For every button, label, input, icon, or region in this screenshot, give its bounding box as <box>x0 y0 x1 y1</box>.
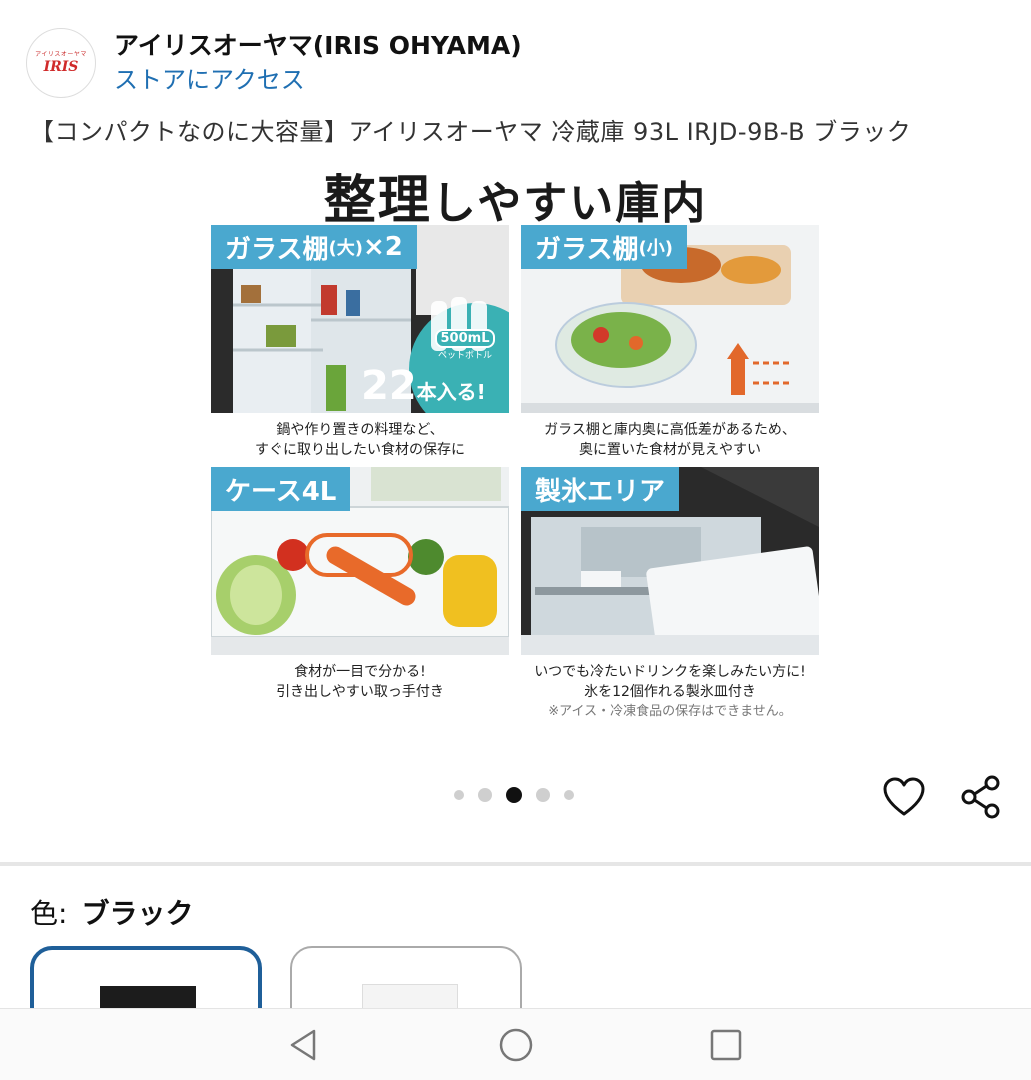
panel-1-caption-line-1: 鍋や作り置きの料理など、 <box>276 422 444 438</box>
panel-1-tag: ガラス棚 (大) ×2 <box>211 225 417 269</box>
color-label: 色: <box>30 897 68 930</box>
panel-glass-shelf-large: ガラス棚 (大) ×2 500mL ペットボトル 22本入る! <box>211 225 509 413</box>
panel-1-caption: 鍋や作り置きの料理など、 すぐに取り出したい食材の保存に <box>211 420 509 460</box>
panel-2-caption-line-1: ガラス棚と庫内奥に高低差があるため、 <box>544 422 796 438</box>
carousel-dot-active[interactable] <box>506 787 522 803</box>
badge-count: 22 <box>361 363 417 409</box>
badge-top: 500mL <box>434 329 496 348</box>
panel-1-tag-small: (大) <box>328 238 363 259</box>
carousel-dots <box>447 787 581 803</box>
carousel-dot[interactable] <box>536 788 550 802</box>
color-value: ブラック <box>81 897 194 930</box>
image-heading: 整理しやすい庫内 <box>0 158 1031 233</box>
panel-4-tag: 製氷エリア <box>521 467 680 511</box>
carousel-dot[interactable] <box>478 788 492 802</box>
heart-icon[interactable] <box>882 776 926 820</box>
panel-glass-shelf-small: ガラス棚 (小) <box>521 225 819 413</box>
panel-4-caption-line-1: いつでも冷たいドリンクを楽しみたい方に! <box>534 664 806 680</box>
panel-ice-area: 製氷エリア <box>521 467 819 655</box>
product-image[interactable]: 整理しやすい庫内 ガラス棚 (大) ×2 500mL ペットボトル 22本入る!… <box>0 150 1031 750</box>
store-name: アイリスオーヤマ(IRIS OHYAMA) <box>114 31 522 60</box>
panel-3-caption: 食材が一目で分かる! 引き出しやすい取っ手付き <box>211 662 509 702</box>
panel-3-caption-line-1: 食材が一目で分かる! <box>294 664 426 680</box>
panel-case-4l: ケース4L <box>211 467 509 655</box>
system-navigation-bar <box>0 1008 1031 1080</box>
back-icon[interactable] <box>284 1025 324 1065</box>
panel-2-tag: ガラス棚 (小) <box>521 225 687 269</box>
panel-2-caption: ガラス棚と庫内奥に高低差があるため、 奥に置いた食材が見えやすい <box>521 420 819 460</box>
recents-icon[interactable] <box>706 1025 746 1065</box>
panel-3-tag: ケース4L <box>211 467 351 511</box>
store-access-link[interactable]: ストアにアクセス <box>114 63 522 97</box>
store-header: アイリスオーヤマ IRIS アイリスオーヤマ(IRIS OHYAMA) ストアに… <box>26 28 522 98</box>
panel-2-tag-small: (小) <box>638 238 673 259</box>
store-logo-mark: IRIS <box>43 59 79 75</box>
share-icon[interactable] <box>958 774 1004 820</box>
product-title: 【コンパクトなのに大容量】アイリスオーヤマ 冷蔵庫 93L IRJD-9B-B … <box>30 118 912 146</box>
carousel-dot[interactable] <box>454 790 464 800</box>
badge-unit: 本入る! <box>416 380 486 404</box>
panel-1-tag-main: ガラス棚 <box>225 234 329 265</box>
section-divider <box>0 862 1031 866</box>
carousel-dot[interactable] <box>564 790 574 800</box>
panel-4-caption-note: ※アイス・冷凍食品の保存はできません。 <box>548 704 792 719</box>
panel-4-caption: いつでも冷たいドリンクを楽しみたい方に! 氷を12個作れる製氷皿付き ※アイス・… <box>501 662 839 722</box>
image-heading-rest: しやすい庫内 <box>431 178 708 229</box>
panel-1-caption-line-2: すぐに取り出したい食材の保存に <box>255 442 465 458</box>
image-heading-big: 整理 <box>323 171 432 231</box>
panel-2-caption-line-2: 奥に置いた食材が見えやすい <box>579 442 761 458</box>
panel-1-tag-suffix: ×2 <box>362 232 403 262</box>
panel-4-tag-main: 製氷エリア <box>535 476 666 507</box>
bottle-badge: 500mL ペットボトル <box>423 327 507 361</box>
panel-3-caption-line-2: 引き出しやすい取っ手付き <box>276 684 444 700</box>
panel-2-tag-main: ガラス棚 <box>535 234 639 265</box>
badge-sub: ペットボトル <box>437 351 492 361</box>
panel-4-caption-line-2: 氷を12個作れる製氷皿付き <box>584 684 756 700</box>
badge-count-row: 22本入る! <box>361 363 486 409</box>
home-icon[interactable] <box>496 1025 536 1065</box>
store-logo-tiny-text: アイリスオーヤマ <box>35 51 87 58</box>
color-selector-label: 色: ブラック <box>30 892 193 932</box>
panel-3-tag-main: ケース4L <box>225 476 337 507</box>
store-logo[interactable]: アイリスオーヤマ IRIS <box>26 28 96 98</box>
